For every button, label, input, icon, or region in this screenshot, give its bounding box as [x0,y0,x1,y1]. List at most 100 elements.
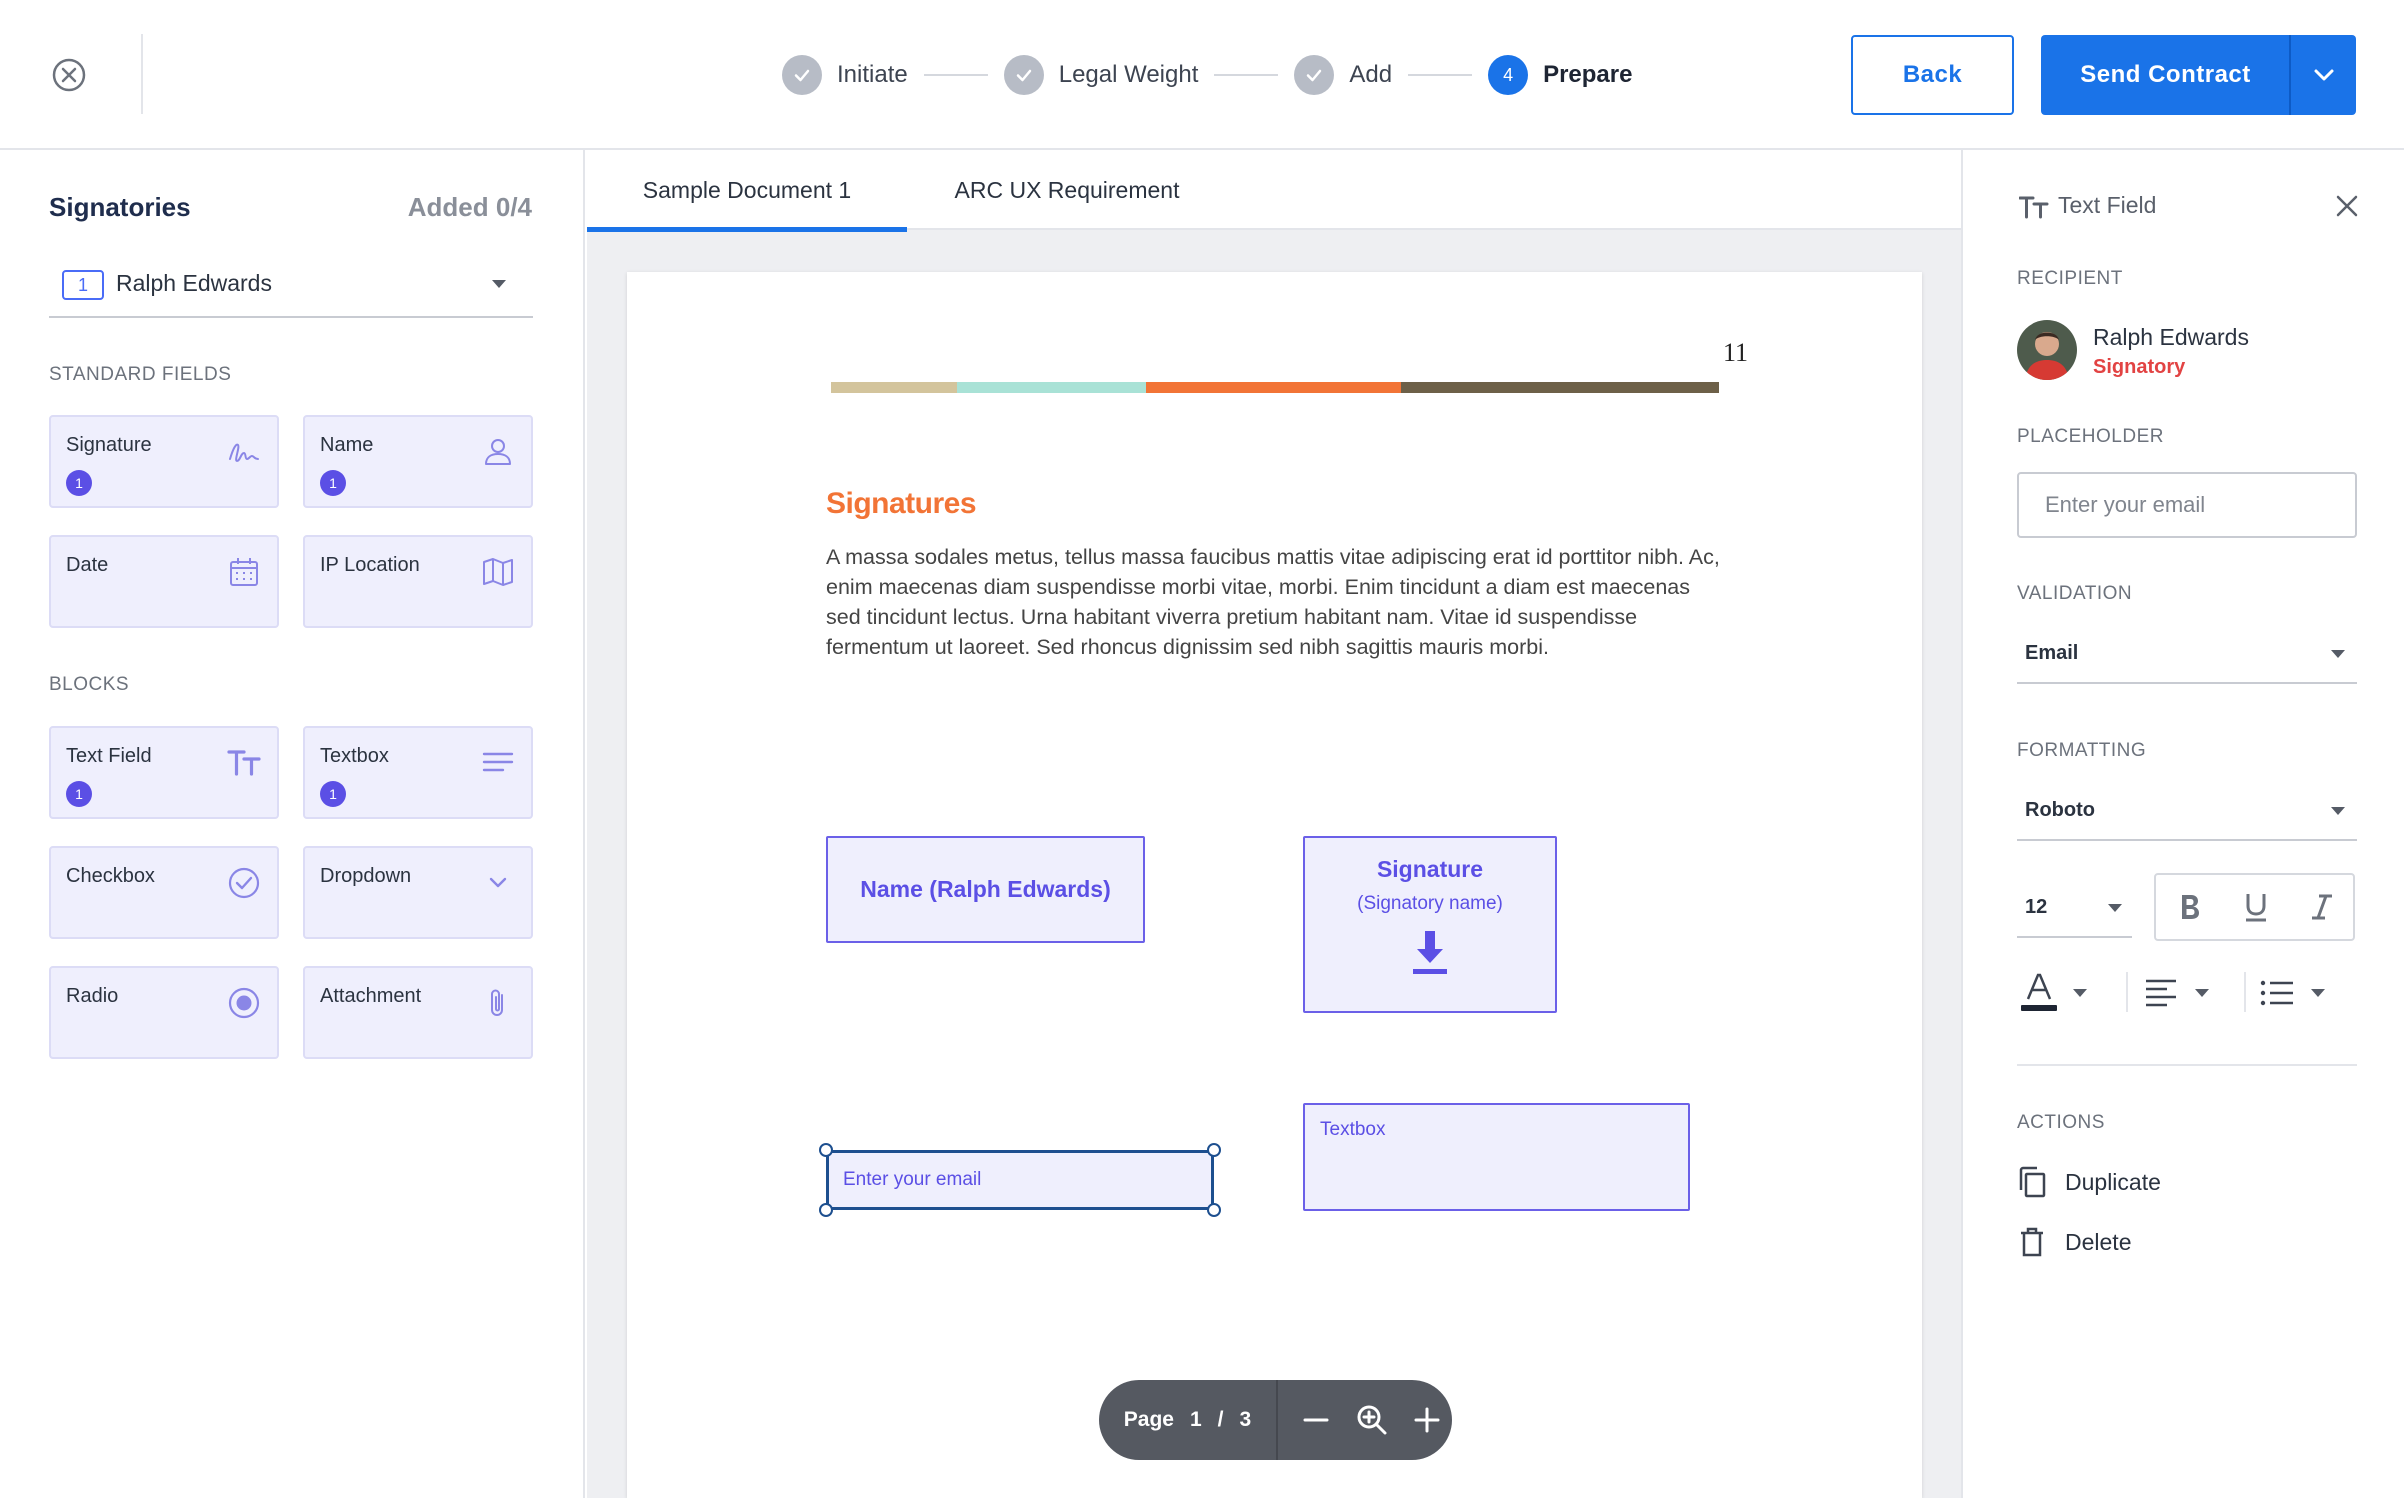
delete-button[interactable]: Delete [2017,1222,2131,1262]
recipient-dropdown[interactable]: 1 Ralph Edwards [49,250,533,318]
color-bar-segment [957,382,1146,393]
step-add[interactable]: Add [1294,55,1392,95]
step-initiate[interactable]: Initiate [782,55,908,95]
document-tabs: Sample Document 1 ARC UX Requirement [587,150,1961,232]
close-icon[interactable] [2335,194,2359,218]
pager-divider [1276,1380,1278,1460]
signature-field[interactable]: Signature (Signatory name) [1303,836,1557,1013]
caret-down-icon [2195,989,2209,997]
document-area: Sample Document 1 ARC UX Requirement 11 … [587,150,1961,1498]
recipient-role: Signatory [2093,356,2186,378]
person-icon [485,439,511,465]
validation-select[interactable]: Email [2017,624,2357,684]
tab-sample-document-1[interactable]: Sample Document 1 [587,150,907,232]
count-badge: 1 [66,470,92,496]
signature-icon [229,443,259,463]
document-page: 11 Signatures A massa sodales metus, tel… [627,272,1922,1498]
block-textbox[interactable]: Textbox 1 [303,726,533,819]
sidebar-title: Signatories [49,192,191,222]
field-label: Name [320,434,374,456]
font-select[interactable]: Roboto [2017,781,2357,841]
textbox-field[interactable]: Textbox [1303,1103,1690,1211]
resize-handle-top-right[interactable] [1207,1143,1221,1157]
caret-down-icon [2311,989,2325,997]
resize-handle-top-left[interactable] [819,1143,833,1157]
caret-down-icon [492,280,506,288]
field-label: Date [66,554,109,576]
blocks-heading: BLOCKS [49,674,130,695]
delete-label: Delete [2065,1228,2132,1255]
recipient-number-badge: 1 [62,270,104,300]
step-legal-weight[interactable]: Legal Weight [1003,55,1199,95]
step-connector [1408,74,1473,76]
block-checkbox[interactable]: Checkbox [49,846,279,939]
block-radio[interactable]: Radio [49,966,279,1059]
copy-icon [2019,1166,2046,1198]
paperclip-icon [491,989,503,1016]
step-prepare[interactable]: 4 Prepare [1488,55,1632,95]
download-icon [1413,931,1447,974]
name-field[interactable]: Name (Ralph Edwards) [826,836,1145,943]
field-date[interactable]: Date [49,535,279,628]
text-field-icon [227,750,261,776]
text-color-button[interactable] [2017,968,2087,1018]
duplicate-button[interactable]: Duplicate [2017,1162,2161,1202]
top-bar: Initiate Legal Weight Add 4 Prepare Back… [0,0,2404,150]
field-label: Radio [66,985,119,1007]
text-field-icon [2019,196,2049,219]
font-size-select[interactable]: 12 [2017,878,2132,938]
field-ip-location[interactable]: IP Location [303,535,533,628]
send-options-button[interactable] [2291,35,2356,115]
count-badge: 1 [66,781,92,807]
underline-button[interactable] [2234,885,2278,929]
step-number: 4 [1488,55,1529,95]
field-name[interactable]: Name 1 [303,415,533,508]
resize-handle-bottom-left[interactable] [819,1203,833,1217]
bold-button[interactable] [2168,885,2212,929]
document-body-text: A massa sodales metus, tellus massa fauc… [826,545,1720,659]
resize-handle-bottom-right[interactable] [1207,1203,1221,1217]
field-label: Attachment [320,985,422,1007]
count-badge: 1 [320,470,346,496]
avatar [2017,320,2077,380]
formatting-heading: FORMATTING [2017,740,2147,761]
standard-fields-heading: STANDARD FIELDS [49,364,232,385]
step-label: Legal Weight [1058,61,1199,88]
check-icon [1294,55,1335,95]
count-badge: 1 [320,781,346,807]
block-dropdown[interactable]: Dropdown [303,846,533,939]
field-signature[interactable]: Signature 1 [49,415,279,508]
back-button[interactable]: Back [1851,35,2014,115]
align-button[interactable] [2143,968,2209,1018]
send-contract-button[interactable]: Send Contract [2041,35,2290,115]
zoom-out-icon[interactable] [1296,1400,1336,1440]
page-separator: / [1217,1408,1224,1431]
color-bar-segment [831,382,957,393]
list-button[interactable] [2259,968,2325,1018]
placeholder-input[interactable] [2017,472,2357,538]
zoom-icon[interactable] [1352,1400,1392,1440]
added-count: Added 0/4 [407,192,532,222]
textbox-field-label: Textbox [1320,1119,1386,1140]
close-icon[interactable] [52,58,86,92]
page-number: 11 [1723,338,1749,367]
signature-field-subtitle: (Signatory name) [1357,893,1503,914]
zoom-in-icon[interactable] [1407,1400,1447,1440]
toolbar-divider [2244,972,2246,1012]
radio-icon [228,987,260,1019]
email-field-placeholder: Enter your email [843,1169,982,1190]
bulleted-list-icon [2260,980,2293,1006]
step-label: Add [1349,61,1393,88]
block-attachment[interactable]: Attachment [303,966,533,1059]
properties-panel: Text Field RECIPIENT Ralph Edwards Signa… [1961,150,2404,1498]
check-icon [1003,55,1044,95]
text-color-icon [2021,973,2057,1011]
italic-button[interactable] [2300,885,2344,929]
step-connector [1214,74,1279,76]
recipient-heading: RECIPIENT [2017,268,2123,289]
caret-down-icon [2331,650,2345,658]
tab-arc-ux-requirement[interactable]: ARC UX Requirement [907,150,1227,230]
current-page[interactable]: 1 [1190,1408,1202,1432]
email-text-field-selected[interactable]: Enter your email [826,1150,1214,1210]
block-text-field[interactable]: Text Field 1 [49,726,279,819]
